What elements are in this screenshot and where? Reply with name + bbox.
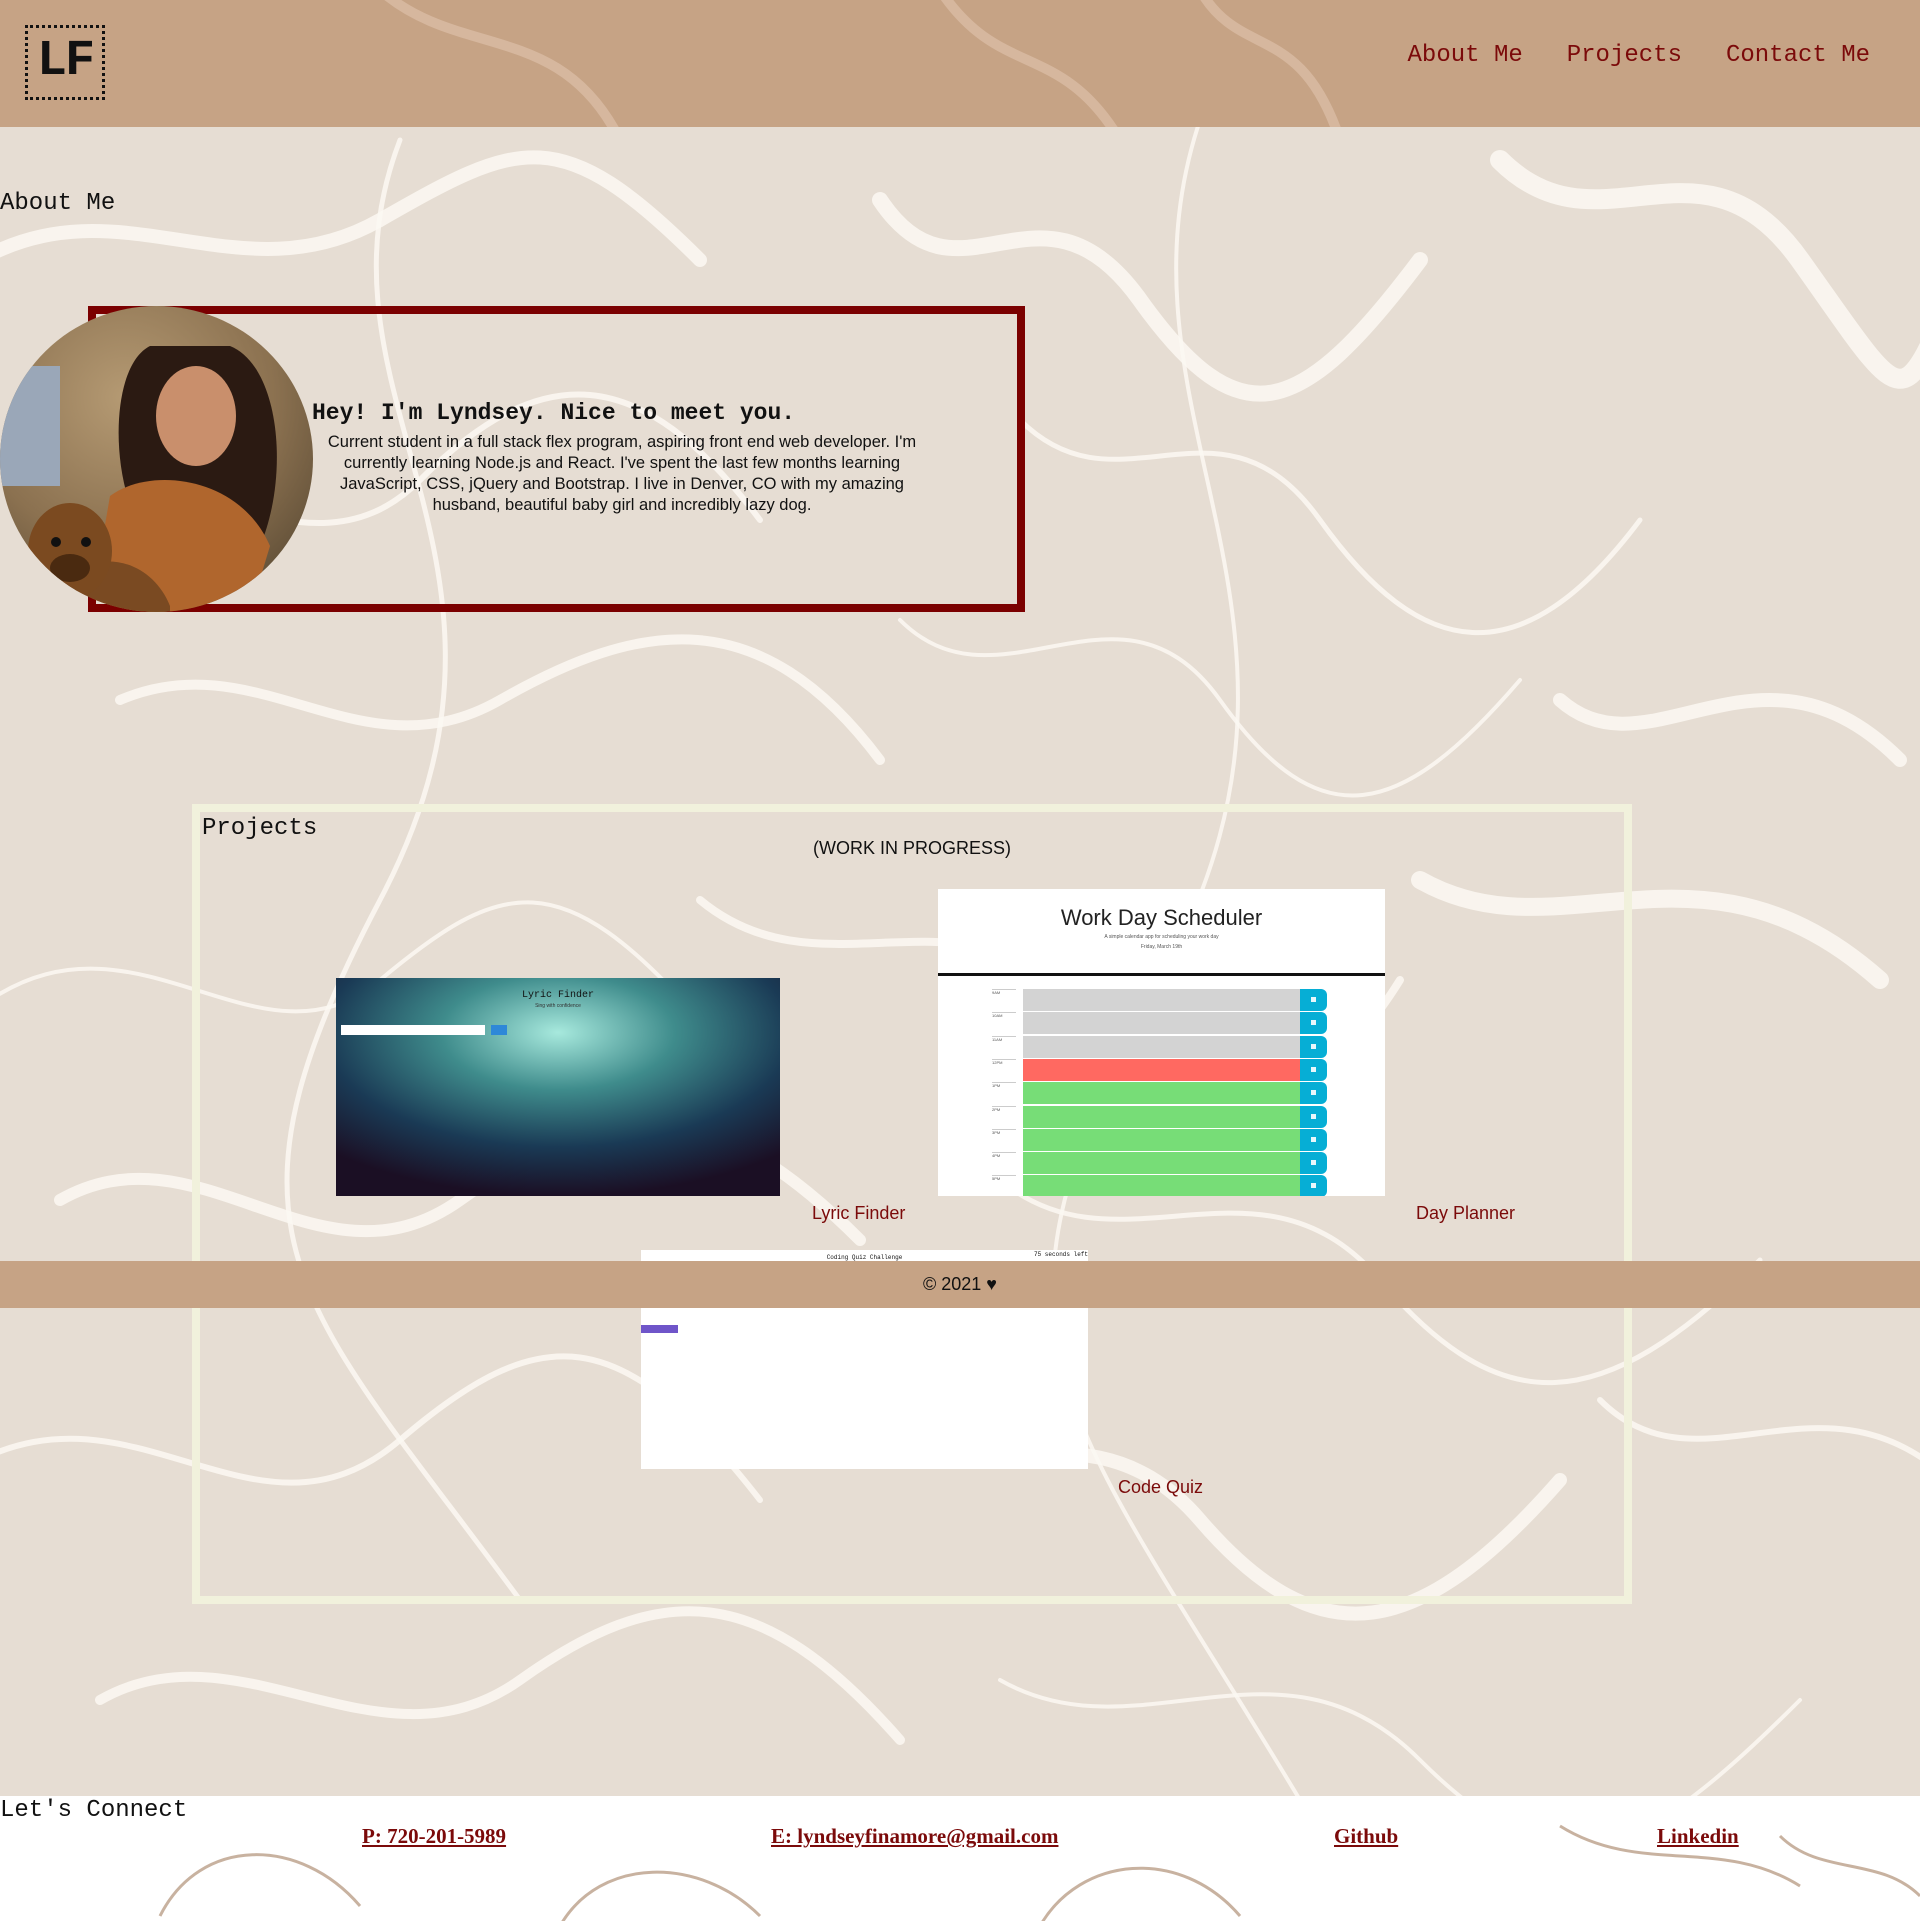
save-icon [1300,1152,1327,1175]
quiz-start-button [641,1325,678,1333]
scheduler-row: 2PM [992,1105,1338,1128]
connect-section-title: Let's Connect [0,1797,188,1824]
main-nav: About Me Projects Contact Me [1408,42,1870,69]
about-section-title: About Me [0,190,116,217]
save-icon [1300,1082,1327,1105]
scheduler-row: 1PM [992,1082,1338,1105]
quiz-timer: 75 seconds left [1033,1251,1088,1258]
scheduler-hour-label: 12PM [992,1058,1016,1065]
scheduler-row: 12PM [992,1058,1338,1081]
scheduler-time-block [1023,1128,1300,1151]
about-heading: Hey! I'm Lyndsey. Nice to meet you. [312,400,796,426]
copyright-text: © 2021 ♥ [923,1274,997,1294]
scheduler-row: 5PM [992,1175,1338,1196]
scheduler-title: Work Day Scheduler [1060,905,1263,930]
scheduler-hour-label: 4PM [992,1152,1016,1158]
scheduler-hour-label: 3PM [992,1128,1016,1135]
linkedin-link[interactable]: Linkedin [1657,1824,1739,1849]
scheduler-divider [938,973,1385,976]
scheduler-hour-label: 9AM [992,989,1016,995]
scheduler-time-block [1023,989,1300,1011]
save-icon [1300,1058,1327,1081]
about-description: Current student in a full stack flex pro… [327,433,917,514]
save-icon [1300,1012,1327,1035]
scheduler-time-block [1023,1082,1300,1105]
save-icon [1300,1175,1327,1196]
scheduler-time-block [1023,1058,1300,1081]
connect-band [0,1796,1920,1921]
phone-link[interactable]: P: 720-201-5989 [362,1824,506,1849]
github-link[interactable]: Github [1334,1824,1398,1849]
code-quiz-link[interactable]: Code Quiz [1118,1477,1203,1498]
site-header: LF About Me Projects Contact Me [0,0,1920,127]
work-in-progress-note: (WORK IN PROGRESS) [812,838,1011,858]
scheduler-time-block [1023,1012,1300,1035]
connect-pattern [158,1824,1920,1921]
lyric-finder-link[interactable]: Lyric Finder [812,1203,905,1224]
lyric-finder-subtitle: Sing with confidence [535,1003,581,1009]
save-icon [1300,1105,1327,1128]
save-icon [1300,1035,1327,1058]
quiz-title: Coding Quiz Challenge [826,1254,903,1261]
day-planner-screenshot[interactable]: Work Day Scheduler A simple calendar app… [938,889,1385,1196]
scheduler-hour-label: 5PM [992,1175,1016,1181]
scheduler-hour-label: 11AM [992,1035,1016,1042]
lyric-finder-screenshot[interactable]: Lyric Finder Sing with confidence [336,978,780,1196]
scheduler-row: 9AM [992,989,1338,1011]
day-planner-link[interactable]: Day Planner [1416,1203,1515,1224]
scheduler-time-block [1023,1152,1300,1175]
scheduler-row: 3PM [992,1128,1338,1151]
site-footer: © 2021 ♥ [0,1261,1920,1308]
nav-contact-me[interactable]: Contact Me [1726,42,1870,69]
logo[interactable]: LF [25,25,105,100]
profile-photo [0,306,313,612]
email-link[interactable]: E: lyndseyfinamore@gmail.com [771,1824,1058,1849]
scheduler-row: 11AM [992,1035,1338,1058]
scheduler-row: 10AM [992,1012,1338,1035]
save-icon [1300,989,1327,1011]
nav-about-me[interactable]: About Me [1408,42,1523,69]
scheduler-time-block [1023,1035,1300,1058]
nav-projects[interactable]: Projects [1567,42,1682,69]
scheduler-hour-label: 1PM [992,1082,1016,1088]
scheduler-hour-label: 2PM [992,1105,1016,1112]
save-icon [1300,1128,1327,1151]
scheduler-subtitle: A simple calendar app for scheduling you… [1104,934,1219,940]
scheduler-date: Friday, March 19th [1140,944,1183,950]
scheduler-row: 4PM [992,1152,1338,1175]
scheduler-hour-label: 10AM [992,1012,1016,1018]
scheduler-time-block [1023,1175,1300,1196]
scheduler-time-block [1023,1105,1300,1128]
lyric-finder-title: Lyric Finder [521,990,594,1001]
